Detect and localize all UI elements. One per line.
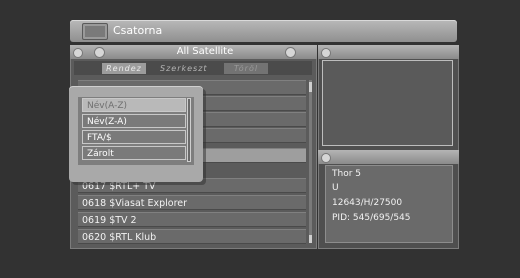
tab-edit[interactable]: Szerkeszt xyxy=(160,63,207,74)
tab-delete[interactable]: Töröl xyxy=(224,63,268,74)
tab-sort[interactable]: Rendez xyxy=(102,63,146,74)
sort-option-fta[interactable]: FTA/$ xyxy=(82,130,186,144)
list-item[interactable]: 0618 $Viasat Explorer xyxy=(78,195,306,210)
list-scrollbar[interactable] xyxy=(309,80,312,240)
preview-header xyxy=(318,45,459,59)
page-title: Csatorna xyxy=(113,24,163,37)
popup-scrollbar[interactable] xyxy=(187,98,191,162)
satellite-title: All Satellite xyxy=(176,46,234,57)
sort-option-name-az[interactable]: Név(A-Z) xyxy=(82,98,186,112)
list-item[interactable]: 0619 $TV 2 xyxy=(78,212,306,227)
scroll-thumb-top[interactable] xyxy=(309,82,312,92)
info-pid: PID: 545/695/545 xyxy=(332,213,411,223)
info-satellite: Thor 5 xyxy=(332,169,361,179)
left-arrow-icon[interactable] xyxy=(94,47,105,58)
info-header xyxy=(318,150,459,164)
tv-icon xyxy=(82,23,108,40)
panel-dot-icon xyxy=(321,48,331,58)
right-arrow-icon[interactable] xyxy=(285,47,296,58)
sort-option-locked[interactable]: Zárolt xyxy=(82,146,186,160)
list-item[interactable]: 0620 $RTL Klub xyxy=(78,229,306,244)
panel-dot-icon xyxy=(73,48,83,58)
sort-option-name-za[interactable]: Név(Z-A) xyxy=(82,114,186,128)
video-preview xyxy=(322,60,453,146)
info-transponder: 12643/H/27500 xyxy=(332,198,403,208)
scroll-thumb-bottom[interactable] xyxy=(309,235,312,243)
info-polarization: U xyxy=(332,183,339,193)
panel-dot-icon xyxy=(321,153,331,163)
